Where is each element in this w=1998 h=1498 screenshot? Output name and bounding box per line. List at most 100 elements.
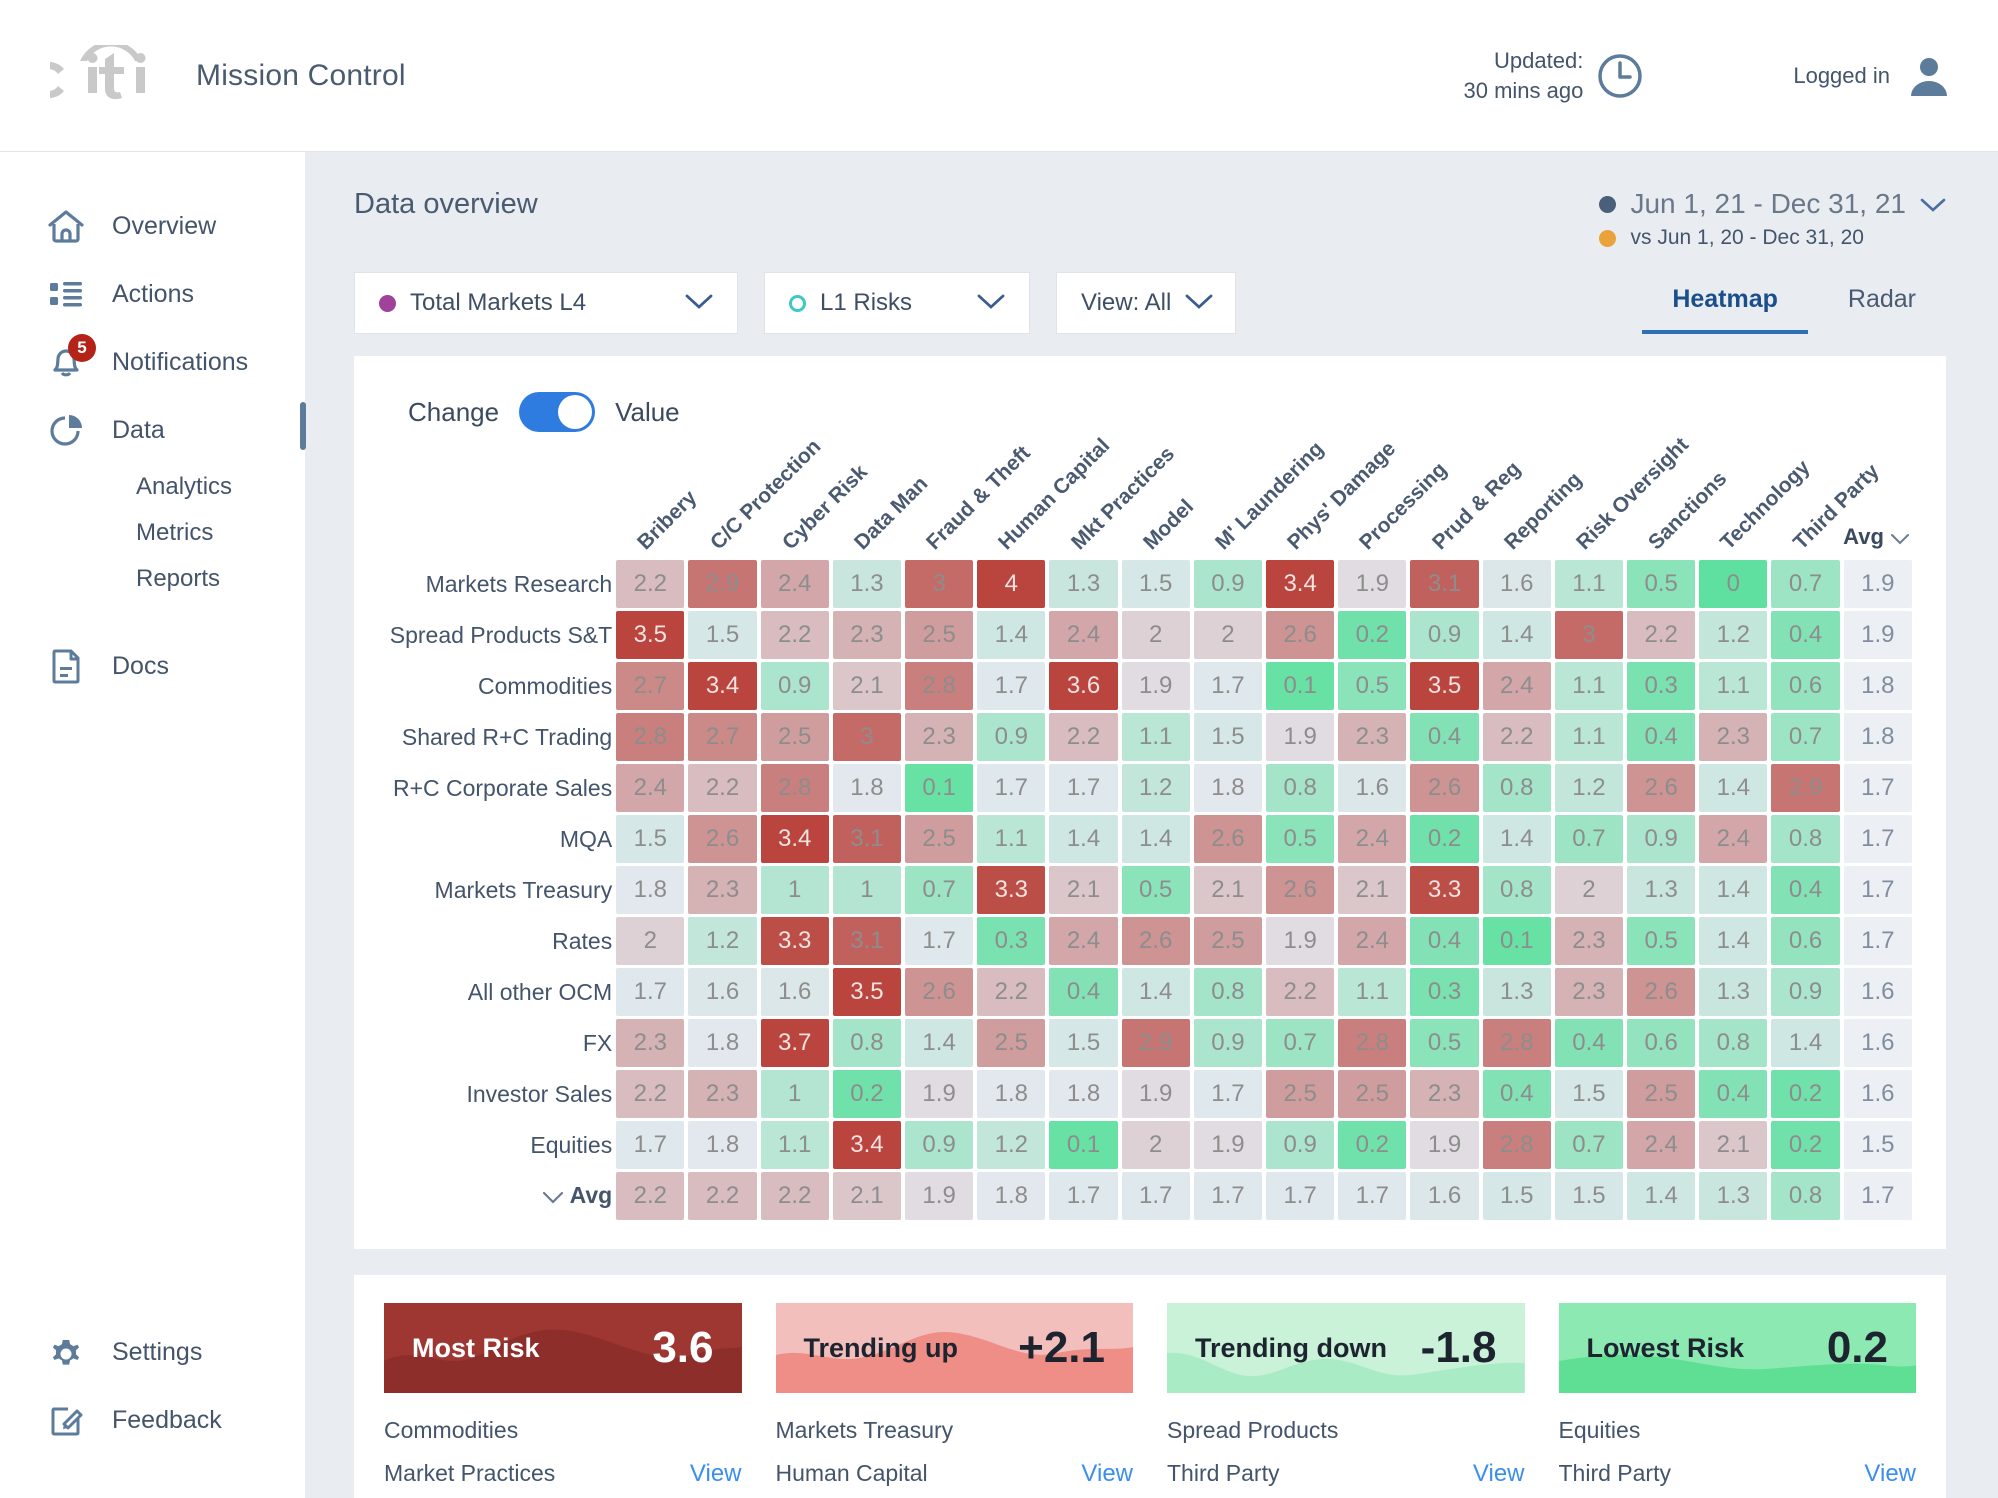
- heatmap-column-header[interactable]: Model: [1122, 439, 1190, 557]
- heatmap-row-label[interactable]: Markets Research: [384, 560, 612, 608]
- heatmap-column-header[interactable]: Sanctions: [1627, 439, 1695, 557]
- heatmap-cell[interactable]: 2.2: [761, 611, 829, 659]
- heatmap-cell[interactable]: 0.1: [1483, 917, 1551, 965]
- heatmap-cell[interactable]: 1.5: [1555, 1070, 1623, 1118]
- heatmap-cell[interactable]: 2.4: [616, 764, 684, 812]
- chevron-down-icon[interactable]: [1185, 289, 1213, 317]
- heatmap-cell[interactable]: 2.5: [905, 611, 973, 659]
- heatmap-cell[interactable]: 1.1: [977, 815, 1045, 863]
- heatmap-cell[interactable]: 3.7: [761, 1019, 829, 1067]
- heatmap-cell[interactable]: 1.7: [1194, 662, 1262, 710]
- heatmap-cell[interactable]: 2.5: [1266, 1070, 1334, 1118]
- heatmap-cell[interactable]: 1.3: [833, 560, 901, 608]
- heatmap-cell[interactable]: 2.5: [977, 1019, 1045, 1067]
- heatmap-cell[interactable]: 0.8: [1699, 1019, 1767, 1067]
- heatmap-cell[interactable]: 2.2: [977, 968, 1045, 1016]
- heatmap-cell[interactable]: 0.3: [1627, 662, 1695, 710]
- heatmap-avg-column-header[interactable]: Avg: [1844, 439, 1912, 557]
- heatmap-cell[interactable]: 1.7: [977, 662, 1045, 710]
- heatmap-cell[interactable]: 2.6: [1122, 917, 1190, 965]
- heatmap-cell[interactable]: 1.4: [1699, 917, 1767, 965]
- heatmap-cell[interactable]: 2.3: [1699, 713, 1767, 761]
- heatmap-cell[interactable]: 0.7: [1771, 713, 1839, 761]
- sidebar-item-docs[interactable]: Docs: [0, 632, 305, 700]
- heatmap-cell[interactable]: 2.3: [688, 866, 756, 914]
- heatmap-cell[interactable]: 2.4: [761, 560, 829, 608]
- heatmap-cell[interactable]: 3.4: [761, 815, 829, 863]
- heatmap-cell[interactable]: 0.9: [1266, 1121, 1334, 1169]
- heatmap-cell[interactable]: 1.6: [761, 968, 829, 1016]
- heatmap-cell[interactable]: 2.9: [1122, 1019, 1190, 1067]
- heatmap-cell[interactable]: 0.7: [1555, 1121, 1623, 1169]
- heatmap-cell[interactable]: 0.9: [761, 662, 829, 710]
- heatmap-cell[interactable]: 0.8: [1483, 764, 1551, 812]
- heatmap-cell[interactable]: 1.9: [1194, 1121, 1262, 1169]
- heatmap-row-label[interactable]: Spread Products S&T: [384, 611, 612, 659]
- heatmap-cell[interactable]: 3.4: [688, 662, 756, 710]
- heatmap-cell[interactable]: 1.8: [977, 1070, 1045, 1118]
- heatmap-cell[interactable]: 3.1: [1410, 560, 1478, 608]
- heatmap-cell[interactable]: 1.5: [688, 611, 756, 659]
- heatmap-cell[interactable]: 0.3: [1410, 968, 1478, 1016]
- heatmap-cell[interactable]: 3.4: [833, 1121, 901, 1169]
- heatmap-cell[interactable]: 0.5: [1266, 815, 1334, 863]
- kpi-view-link[interactable]: View: [1864, 1460, 1916, 1488]
- heatmap-cell[interactable]: 0.7: [1266, 1019, 1334, 1067]
- heatmap-cell[interactable]: 1.1: [1338, 968, 1406, 1016]
- heatmap-cell[interactable]: 1.6: [688, 968, 756, 1016]
- heatmap-cell[interactable]: 1.5: [1122, 560, 1190, 608]
- heatmap-column-header[interactable]: Prud & Reg: [1410, 439, 1478, 557]
- tab-heatmap[interactable]: Heatmap: [1642, 275, 1808, 334]
- heatmap-cell[interactable]: 2.3: [1555, 917, 1623, 965]
- heatmap-cell[interactable]: 0.2: [833, 1070, 901, 1118]
- heatmap-cell[interactable]: 3.4: [1266, 560, 1334, 608]
- heatmap-cell[interactable]: 0.4: [1627, 713, 1695, 761]
- heatmap-cell[interactable]: 2.2: [616, 560, 684, 608]
- heatmap-column-header[interactable]: Technology: [1699, 439, 1767, 557]
- heatmap-cell[interactable]: 1: [833, 866, 901, 914]
- heatmap-cell[interactable]: 2.6: [1627, 968, 1695, 1016]
- sidebar-item-actions[interactable]: Actions: [0, 260, 305, 328]
- heatmap-cell[interactable]: 2.3: [905, 713, 973, 761]
- sidebar-subitem-metrics[interactable]: Metrics: [0, 510, 305, 556]
- heatmap-cell[interactable]: 2.1: [1049, 866, 1117, 914]
- heatmap-cell[interactable]: 0.7: [905, 866, 973, 914]
- heatmap-cell[interactable]: 1.4: [1699, 866, 1767, 914]
- heatmap-column-header[interactable]: M' Laundering: [1194, 439, 1262, 557]
- heatmap-cell[interactable]: 2.3: [688, 1070, 756, 1118]
- heatmap-cell[interactable]: 1.8: [688, 1121, 756, 1169]
- heatmap-cell[interactable]: 3.1: [833, 917, 901, 965]
- date-range-primary[interactable]: Jun 1, 21 - Dec 31, 21: [1599, 188, 1946, 220]
- heatmap-cell[interactable]: 2.4: [1699, 815, 1767, 863]
- heatmap-cell[interactable]: 2.2: [616, 1070, 684, 1118]
- heatmap-cell[interactable]: 1.2: [977, 1121, 1045, 1169]
- heatmap-row-label[interactable]: Rates: [384, 917, 612, 965]
- heatmap-cell[interactable]: 3: [833, 713, 901, 761]
- heatmap-cell[interactable]: 1.8: [688, 1019, 756, 1067]
- sidebar-item-notifications[interactable]: 5 Notifications: [0, 328, 305, 396]
- heatmap-cell[interactable]: 3: [1555, 611, 1623, 659]
- heatmap-column-header[interactable]: Cyber Risk: [761, 439, 829, 557]
- chevron-down-icon[interactable]: [977, 289, 1005, 317]
- heatmap-cell[interactable]: 2.5: [905, 815, 973, 863]
- kpi-view-link[interactable]: View: [1081, 1460, 1133, 1488]
- heatmap-cell[interactable]: 1.2: [1122, 764, 1190, 812]
- heatmap-cell[interactable]: 0.1: [905, 764, 973, 812]
- heatmap-cell[interactable]: 0.9: [1771, 968, 1839, 1016]
- heatmap-cell[interactable]: 1.5: [1194, 713, 1262, 761]
- heatmap-column-header[interactable]: Human Capital: [977, 439, 1045, 557]
- heatmap-cell[interactable]: 0.8: [1266, 764, 1334, 812]
- heatmap-cell[interactable]: 4: [977, 560, 1045, 608]
- heatmap-cell[interactable]: 3.3: [1410, 866, 1478, 914]
- heatmap-cell[interactable]: 1.7: [616, 1121, 684, 1169]
- heatmap-cell[interactable]: 1.9: [1122, 1070, 1190, 1118]
- heatmap-cell[interactable]: 1.4: [1483, 815, 1551, 863]
- heatmap-cell[interactable]: 0.9: [1410, 611, 1478, 659]
- heatmap-cell[interactable]: 0.6: [1627, 1019, 1695, 1067]
- heatmap-cell[interactable]: 1.5: [616, 815, 684, 863]
- heatmap-cell[interactable]: 0.4: [1483, 1070, 1551, 1118]
- heatmap-cell[interactable]: 2.3: [833, 611, 901, 659]
- heatmap-cell[interactable]: 1.2: [688, 917, 756, 965]
- heatmap-cell[interactable]: 1.4: [1049, 815, 1117, 863]
- heatmap-cell[interactable]: 2.6: [905, 968, 973, 1016]
